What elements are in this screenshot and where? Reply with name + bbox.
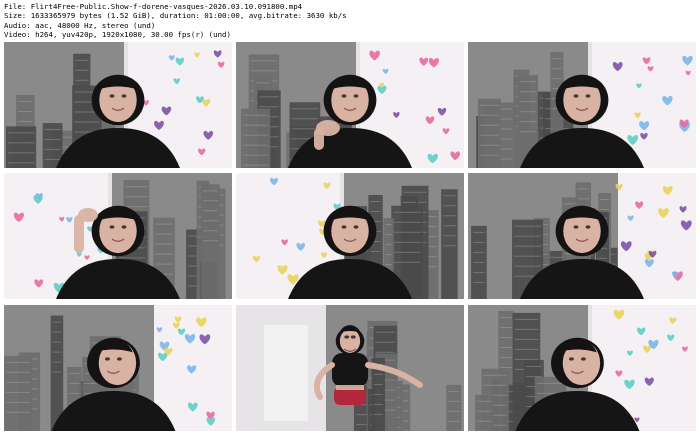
thumbnail-grid bbox=[0, 42, 700, 438]
video-info-text: Video: h264, yuv420p, 1920x1080, 30.00 f… bbox=[4, 30, 231, 40]
thumbnail-3-image bbox=[468, 42, 696, 168]
thumbnail-7 bbox=[4, 305, 232, 431]
thumbnail-4 bbox=[4, 173, 232, 299]
thumbnail-9-image bbox=[468, 305, 696, 431]
audio-info-text: Audio: aac, 48000 Hz, stereo (und) bbox=[4, 20, 156, 30]
thumbnail-8-image bbox=[236, 305, 464, 431]
thumbnail-3 bbox=[468, 42, 696, 168]
thumbnail-6-image bbox=[468, 173, 696, 299]
thumbnail-7-image bbox=[4, 305, 232, 431]
file-name-text: File: Flirt4Free-Public.Show-f-dorene-va… bbox=[4, 2, 303, 11]
file-size-text: Size: 1633365979 bytes (1.52 GiB), durat… bbox=[4, 11, 347, 21]
thumbnail-6 bbox=[468, 173, 696, 299]
thumbnail-8 bbox=[236, 305, 464, 431]
thumbnail-9 bbox=[468, 305, 696, 431]
file-metadata-header: File: Flirt4Free-Public.Show-f-dorene-va… bbox=[4, 2, 696, 40]
thumbnail-5-image bbox=[236, 173, 464, 299]
thumbnail-4-image bbox=[4, 173, 232, 299]
thumbnail-5 bbox=[236, 173, 464, 299]
thumbnail-1 bbox=[4, 42, 232, 168]
thumbnail-2-image bbox=[236, 42, 464, 168]
thumbnail-1-image bbox=[4, 42, 232, 168]
thumbnail-2 bbox=[236, 42, 464, 168]
